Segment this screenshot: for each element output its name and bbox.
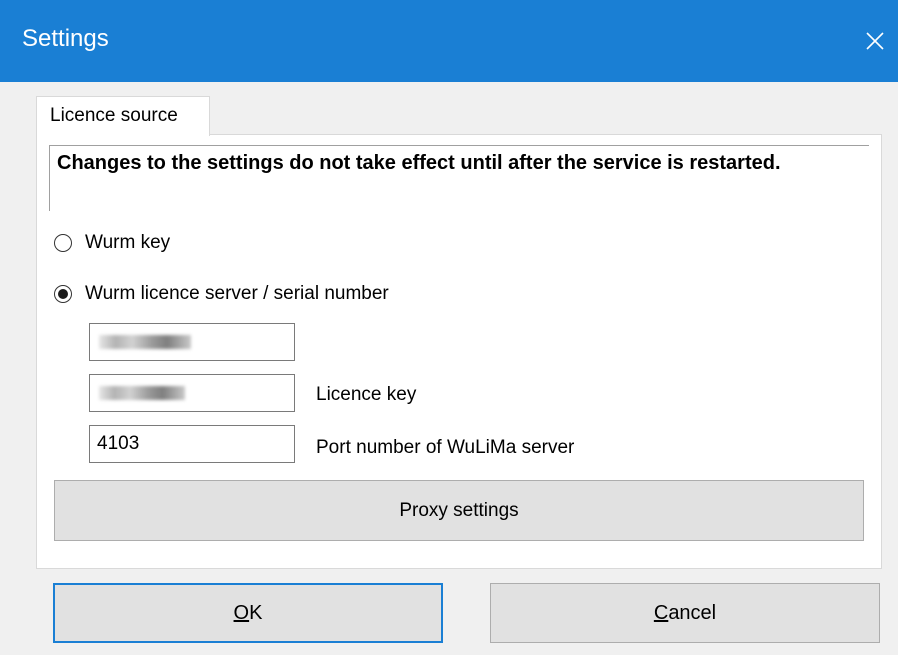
radio-label-wurm-key: Wurm key (85, 232, 171, 253)
radio-label-licence-server: Wurm licence server / serial number (85, 283, 389, 304)
serial-number-field[interactable] (89, 323, 295, 361)
radio-wurm-key[interactable]: Wurm key (54, 231, 170, 255)
proxy-settings-button[interactable]: Proxy settings (54, 480, 864, 541)
restart-warning-text: Changes to the settings do not take effe… (49, 145, 869, 211)
tab-licence-source[interactable]: Licence source (36, 96, 210, 136)
radio-button-wurm-key[interactable] (54, 234, 72, 252)
port-number-label: Port number of WuLiMa server (316, 437, 575, 458)
redacted-value (99, 335, 191, 349)
window-title: Settings (22, 25, 109, 52)
radio-button-licence-server[interactable] (54, 285, 72, 303)
close-button[interactable] (852, 14, 898, 68)
ok-label-rest: K (249, 601, 263, 624)
cancel-button[interactable]: Cancel (490, 583, 880, 643)
settings-dialog: Settings Licence source Changes to the s… (0, 0, 898, 655)
port-number-value: 4103 (97, 433, 140, 454)
licence-key-field[interactable] (89, 374, 295, 412)
licence-key-label: Licence key (316, 384, 417, 405)
ok-button[interactable]: OK (53, 583, 443, 643)
close-icon (866, 32, 884, 50)
cancel-label-rest: ancel (668, 601, 717, 624)
cancel-accelerator: C (653, 601, 669, 624)
title-bar[interactable]: Settings (0, 0, 898, 82)
ok-accelerator: O (233, 601, 250, 624)
redacted-value (99, 386, 185, 400)
port-number-field[interactable]: 4103 (89, 425, 295, 463)
tab-label: Licence source (50, 105, 178, 126)
radio-licence-server[interactable]: Wurm licence server / serial number (54, 282, 389, 306)
